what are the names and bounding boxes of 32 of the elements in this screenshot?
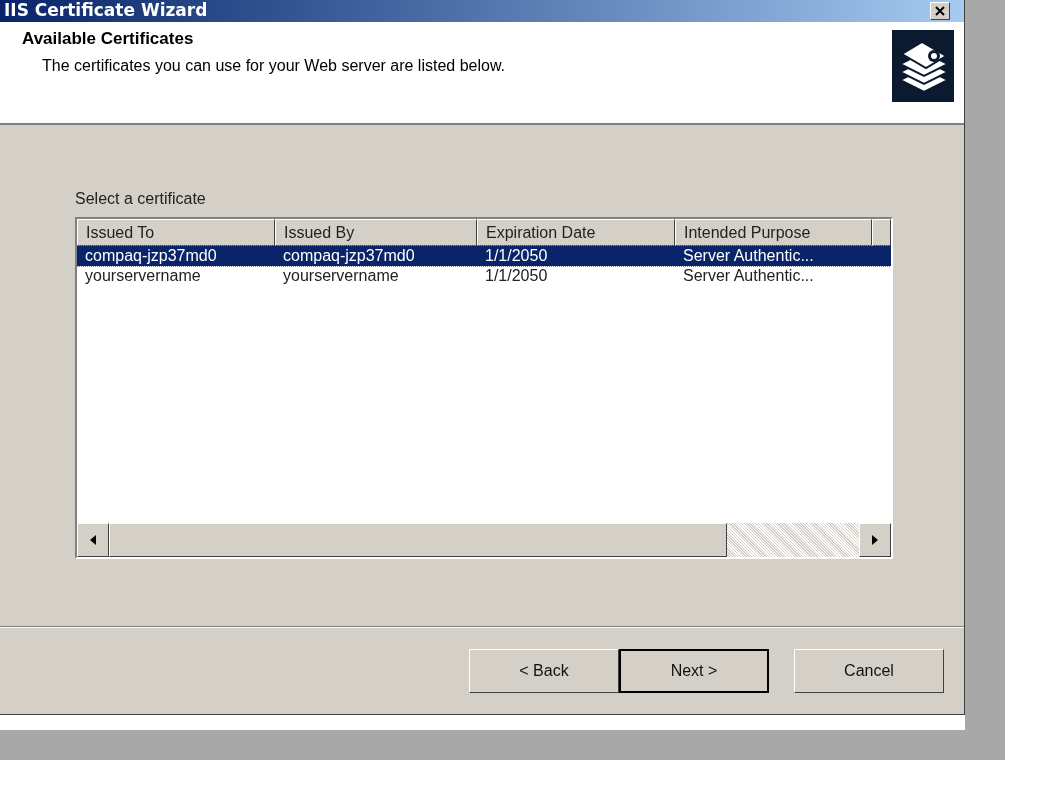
list-row[interactable]: yourservername yourservername 1/1/2050 Server Authentic... bbox=[77, 266, 891, 286]
horizontal-scrollbar[interactable] bbox=[77, 523, 891, 557]
page-subtitle: The certificates you can use for your Web server are listed below. bbox=[41, 55, 506, 76]
page-title: Available Certificates bbox=[22, 28, 195, 50]
column-header[interactable] bbox=[872, 219, 891, 246]
column-header[interactable]: Issued To bbox=[77, 219, 275, 246]
scroll-right-button[interactable] bbox=[859, 523, 891, 557]
wizard-button[interactable]: Cancel bbox=[794, 648, 944, 693]
list-cell-text: Server Authentic... bbox=[682, 266, 815, 286]
scroll-thumb[interactable] bbox=[109, 523, 727, 557]
column-header[interactable]: Intended Purpose bbox=[675, 219, 872, 246]
wizard-button[interactable]: Next > bbox=[619, 648, 769, 693]
list-cell-text: yourservername bbox=[84, 266, 202, 286]
list-label: Select a certificate bbox=[75, 189, 207, 209]
list-cell-text: compaq-jzp37md0 bbox=[282, 246, 416, 266]
scroll-left-button[interactable] bbox=[77, 523, 109, 557]
left-arrow-icon bbox=[90, 535, 96, 545]
wizard-button[interactable]: < Back bbox=[469, 648, 619, 693]
list-cell-text: yourservername bbox=[282, 266, 400, 286]
list-cell-text: 1/1/2050 bbox=[484, 266, 549, 286]
close-icon bbox=[935, 6, 945, 16]
column-header[interactable]: Expiration Date bbox=[477, 219, 675, 246]
certificate-list[interactable]: Issued To Issued By Expiration Date Intended Purpose compaq-jzp37md0 compaq-jzp37md0 1/1/2050 Server Authentic... yourservername yourservername 1/1/2050 Server Authentic... bbox=[75, 217, 893, 559]
column-header[interactable]: Issued By bbox=[275, 219, 477, 246]
window-title: IIS Certificate Wizard bbox=[4, 0, 208, 23]
list-row[interactable]: compaq-jzp37md0 compaq-jzp37md0 1/1/2050 Server Authentic... bbox=[77, 246, 891, 266]
certificate-stack-icon bbox=[892, 30, 954, 102]
list-cell-text: compaq-jzp37md0 bbox=[84, 246, 218, 266]
list-cell-text: Server Authentic... bbox=[682, 246, 815, 266]
close-button[interactable] bbox=[930, 2, 950, 20]
right-arrow-icon bbox=[872, 535, 878, 545]
list-cell-text: 1/1/2050 bbox=[484, 246, 549, 266]
